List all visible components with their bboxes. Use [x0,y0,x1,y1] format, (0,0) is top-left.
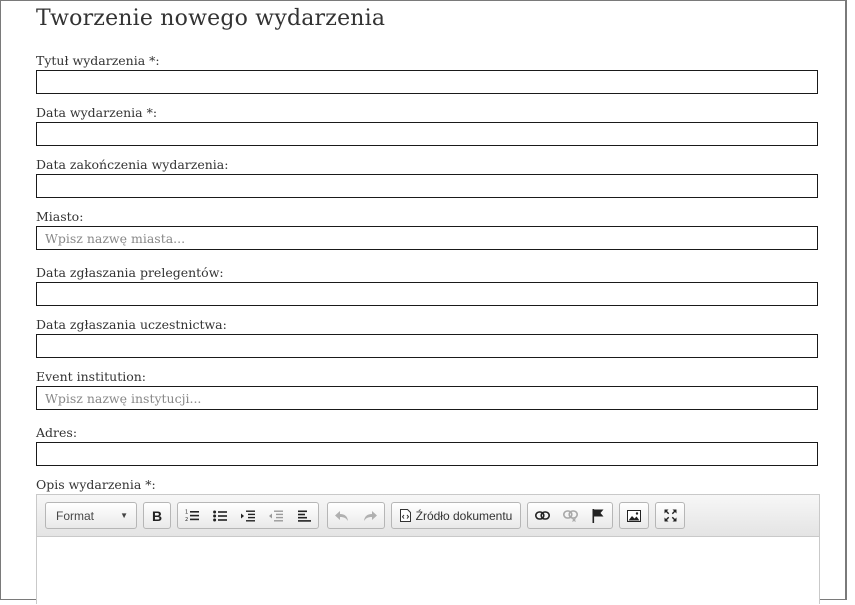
undo-icon [335,510,348,521]
numbered-list-icon: 1 2 [185,510,199,522]
event-institution-input[interactable] [36,386,818,410]
field-description: Opis wydarzenia *: [36,476,818,494]
page-title: Tworzenie nowego wydarzenia [36,6,386,31]
align-left-button[interactable] [290,503,318,528]
event-title-label: Tytuł wydarzenia *: [36,53,160,68]
source-group: Źródło dokumentu [391,502,521,529]
align-left-icon [297,510,311,522]
chevron-down-icon: ▼ [120,511,128,520]
format-combo[interactable]: Format ▼ [45,502,137,529]
editor-content-area[interactable] [37,537,819,605]
anchor-button[interactable] [584,503,612,528]
list-indent-group: 1 2 [177,502,319,529]
field-participation-deadline: Data zgłaszania uczestnictwa: [36,316,818,358]
maximize-icon [664,509,676,522]
source-icon [399,509,411,522]
speakers-deadline-label: Data zgłaszania prelegentów: [36,265,224,280]
history-group [327,502,385,529]
field-event-date: Data wydarzenia *: [36,104,818,146]
participation-deadline-input[interactable] [36,334,818,358]
event-institution-label: Event institution: [36,369,146,384]
bold-group: B [143,502,171,529]
undo-button[interactable] [328,503,356,528]
event-date-input[interactable] [36,122,818,146]
format-dropdown-button[interactable]: Format ▼ [46,503,136,528]
field-speakers-deadline: Data zgłaszania prelegentów: [36,264,818,306]
city-label: Miasto: [36,209,84,224]
field-event-title: Tytuł wydarzenia *: [36,52,818,94]
image-group [619,502,649,529]
field-event-end-date: Data zakończenia wydarzenia: [36,156,818,198]
link-icon [534,511,550,520]
redo-icon [364,510,377,521]
anchor-flag-icon [592,508,604,523]
indent-button[interactable] [234,503,262,528]
link-button[interactable] [528,503,556,528]
svg-text:2: 2 [185,517,188,522]
indent-icon [241,510,255,521]
participation-deadline-label: Data zgłaszania uczestnictwa: [36,317,227,332]
bulleted-list-button[interactable] [206,503,234,528]
bold-button[interactable]: B [144,503,170,528]
speakers-deadline-input[interactable] [36,282,818,306]
svg-text:1: 1 [185,510,188,516]
numbered-list-button[interactable]: 1 2 [178,503,206,528]
address-input[interactable] [36,442,818,466]
field-address: Adres: [36,424,818,466]
format-label: Format [56,508,95,523]
event-date-label: Data wydarzenia *: [36,105,158,120]
image-icon [627,509,641,522]
city-input[interactable] [36,226,818,250]
source-label: Źródło dokumentu [415,508,513,523]
address-label: Adres: [36,425,78,440]
event-title-input[interactable] [36,70,818,94]
unlink-icon [562,509,578,522]
link-group [527,502,613,529]
maximize-button[interactable] [656,503,684,528]
editor-toolbar: Format ▼ B 1 2 Źródło dokumentu [37,495,819,537]
outdent-icon [269,510,283,521]
redo-button[interactable] [356,503,384,528]
source-button[interactable]: Źródło dokumentu [392,503,520,528]
field-event-institution: Event institution: [36,368,818,410]
field-city: Miasto: [36,208,818,250]
maximize-group [655,502,685,529]
event-end-date-input[interactable] [36,174,818,198]
image-button[interactable] [620,503,648,528]
description-label: Opis wydarzenia *: [36,477,156,492]
unlink-button[interactable] [556,503,584,528]
outdent-button[interactable] [262,503,290,528]
bulleted-list-icon [213,510,227,521]
event-end-date-label: Data zakończenia wydarzenia: [36,157,229,172]
